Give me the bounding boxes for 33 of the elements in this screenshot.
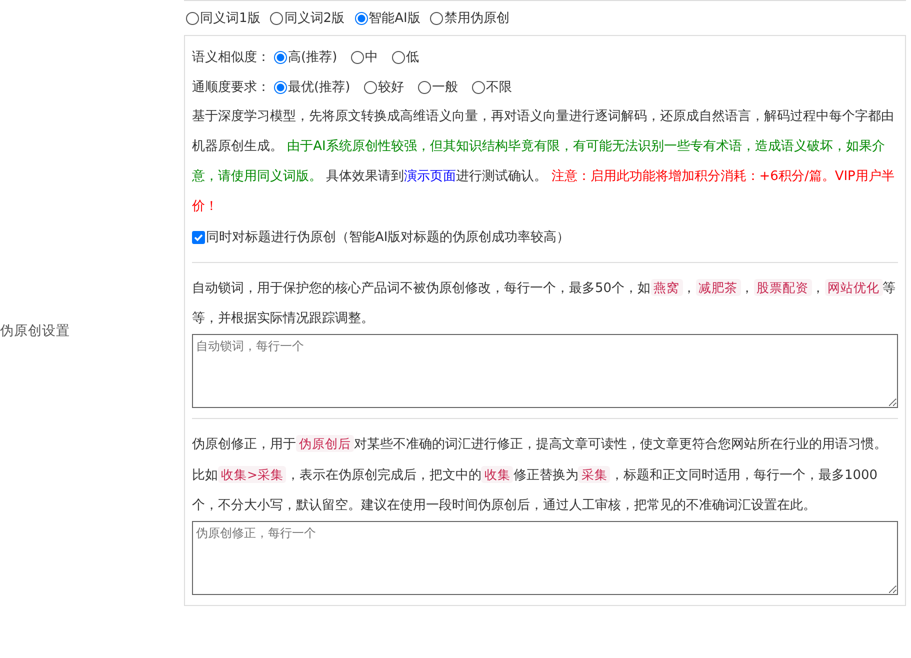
help-text: 自动锁词，用于保护您的核心产品词不被伪原创修改，每行一个，最多50个，如 燕窝 ， 减肥茶 ， 股票配资 ， 网站优化 等等，并根据实际情况跟踪调整。 [192,278,897,328]
radio-option[interactable]: 不限 [472,78,512,96]
radio-option[interactable]: 最优(推荐) [274,78,350,96]
radio-option[interactable]: 中 [351,48,378,66]
radio-button[interactable] [274,80,287,94]
radio-button[interactable] [472,80,486,94]
text-area[interactable]: 伪原创修正，每行一个 [192,521,898,595]
option-label: 通顺度要求： [192,79,270,96]
radio-option[interactable]: 一般 [418,78,458,96]
help-text: 伪原创修正，用于 伪原创后 对某些不准确的词汇进行修正，提高文章可读性，使文章更符合您网站所在行业的用语习惯。比如 收集>采集 ，表示在伪原创完成后，把文中的 收集 修正替换为 采集 ，标题和正文同时适用，每行一个，最多1000个，不分大小写，默认留空。建议在使用一段时间伪原创后，通过人工审核，把常见的不准确词汇设置在此。 [192,434,888,515]
radio-option[interactable]: 智能AI版 [354,9,420,27]
radio-button[interactable] [430,12,444,24]
demo-link[interactable]: 演示页面 [404,169,456,184]
radio-button[interactable] [270,12,284,24]
radio-button[interactable] [354,12,368,24]
radio-option[interactable]: 低 [392,48,420,66]
radio-button[interactable] [274,50,287,64]
radio-option[interactable]: 高(推荐) [274,48,338,66]
radio-option[interactable]: 同义词2版 [270,9,345,27]
radio-button[interactable] [351,50,364,64]
text-area[interactable]: 自动锁词，每行一个 [192,334,898,408]
radio-option[interactable]: 同义词1版 [186,9,260,27]
description-text: 基于深度学习模型，先将原文转换成高维语义向量，再对语义向量进行逐词解码，还原成自然语言，解码过程中每个字都由机器原创生成。 由于AI系统原创性较强，但其知识结构毕竟有限，有可能无法识别一些专有术语，造成语义破坏，如果介意，请使用同义词版。 具体效果请到演示页面进行测试确认。 注意：启用此功能将增加积分消耗：+6积分/篇。VIP用户半价！ [192,108,896,216]
radio-button[interactable] [418,80,432,94]
checkbox[interactable] [192,230,205,244]
radio-option[interactable]: 禁用伪原创 [430,9,510,27]
option-label: 语义相似度： [192,49,270,66]
radio-button[interactable] [186,12,199,24]
radio-option[interactable]: 较好 [364,78,404,96]
checkbox-option[interactable]: 同时对标题进行伪原创（智能AI版对标题的伪原创成功率较高） [192,228,570,246]
radio-button[interactable] [392,50,406,64]
section-label: 伪原创设置 [0,322,70,340]
radio-button[interactable] [364,80,378,94]
